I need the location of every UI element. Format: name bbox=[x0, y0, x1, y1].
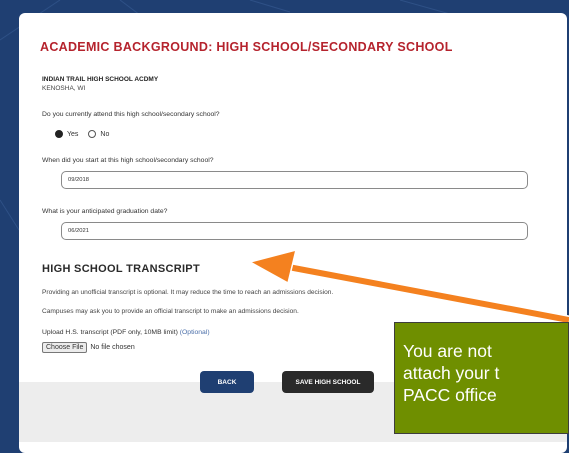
back-button[interactable]: BACK bbox=[200, 371, 254, 393]
start-date-question: When did you start at this high school/s… bbox=[42, 157, 214, 164]
start-date-field[interactable]: 09/2018 bbox=[61, 171, 528, 189]
file-input: Choose File No file chosen bbox=[42, 342, 135, 353]
radio-yes-label[interactable]: Yes bbox=[67, 131, 78, 138]
callout-note: You are not attach your t PACC office bbox=[394, 322, 569, 434]
upload-label: Upload H.S. transcript (PDF only, 10MB l… bbox=[42, 329, 210, 336]
school-name: INDIAN TRAIL HIGH SCHOOL ACDMY bbox=[42, 76, 159, 83]
no-file-text: No file chosen bbox=[90, 344, 135, 351]
school-location: KENOSHA, WI bbox=[42, 85, 86, 92]
radio-yes[interactable] bbox=[55, 130, 63, 138]
callout-line-2: attach your t bbox=[403, 363, 500, 383]
transcript-info-1: Providing an unofficial transcript is op… bbox=[42, 289, 334, 296]
upload-label-text: Upload H.S. transcript (PDF only, 10MB l… bbox=[42, 329, 178, 336]
callout-line-3: PACC office bbox=[403, 385, 497, 405]
radio-no-label[interactable]: No bbox=[100, 131, 109, 138]
section-title: ACADEMIC BACKGROUND: HIGH SCHOOL/SECONDA… bbox=[40, 40, 453, 54]
attend-radio-group: Yes No bbox=[55, 130, 119, 138]
save-high-school-button[interactable]: SAVE HIGH SCHOOL bbox=[282, 371, 374, 393]
attend-question: Do you currently attend this high school… bbox=[42, 111, 220, 118]
upload-optional-text: (Optional) bbox=[179, 329, 210, 336]
transcript-heading: HIGH SCHOOL TRANSCRIPT bbox=[42, 263, 200, 275]
choose-file-button[interactable]: Choose File bbox=[42, 342, 88, 353]
radio-no[interactable] bbox=[88, 130, 97, 138]
graduation-date-question: What is your anticipated graduation date… bbox=[42, 208, 168, 215]
callout-line-1: You are not bbox=[403, 341, 492, 361]
transcript-info-2: Campuses may ask you to provide an offic… bbox=[42, 308, 299, 315]
graduation-date-field[interactable]: 06/2021 bbox=[61, 222, 528, 240]
